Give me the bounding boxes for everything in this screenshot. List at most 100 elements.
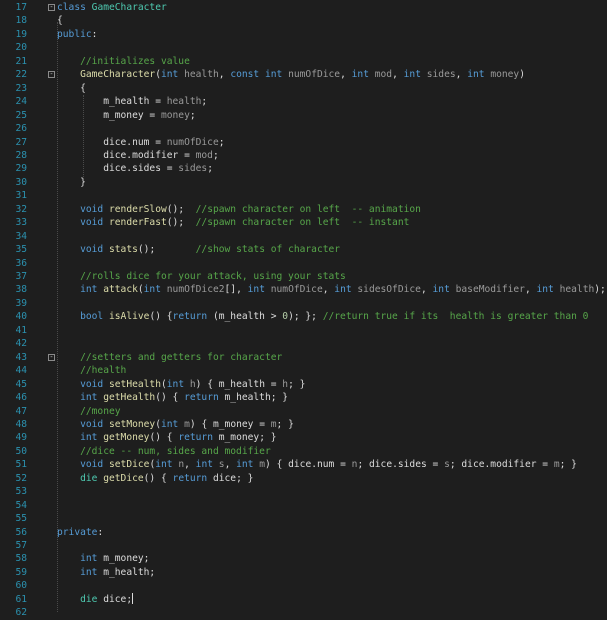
code-line[interactable]: 36 (0, 257, 607, 270)
code-line[interactable]: 27 dice.num = numOfDice; (0, 136, 607, 149)
code-token: //setters and getters for character (80, 351, 283, 363)
code-line[interactable]: 26 (0, 122, 607, 135)
code-line[interactable]: 43 - //setters and getters for character (0, 351, 607, 364)
code-token: int (351, 69, 369, 81)
line-number: 27 (15, 136, 27, 148)
code-line[interactable]: 18 { (0, 14, 607, 27)
code-line[interactable]: 22 - GameCharacter(int health, const int … (0, 68, 607, 81)
code-line[interactable]: 32 void renderSlow(); //spawn character … (0, 203, 607, 216)
code-token: setMoney (109, 418, 156, 430)
code-token: //money (80, 405, 121, 417)
line-number: 25 (15, 109, 27, 121)
code-line[interactable]: 61 die dice; (0, 593, 607, 606)
collapse-icon[interactable]: - (48, 71, 55, 79)
code-token: , (455, 69, 468, 81)
code-line[interactable]: 58 int m_money; (0, 552, 607, 565)
code-token: int (195, 459, 213, 471)
code-line[interactable]: 29 dice.sides = sides; (0, 162, 607, 175)
code-line[interactable]: 54 (0, 499, 607, 512)
line-number: 30 (15, 176, 27, 188)
code-line[interactable]: 40 bool isAlive() {return (m_health > 0)… (0, 310, 607, 323)
code-line[interactable]: 55 (0, 512, 607, 525)
code-line[interactable]: 25 m_money = money; (0, 109, 607, 122)
code-line[interactable]: 37 //rolls dice for your attack, using y… (0, 270, 607, 283)
line-number: 41 (15, 324, 27, 336)
code-token: ; dice.sides = (357, 459, 445, 471)
line-number: 34 (15, 230, 27, 242)
code-line[interactable]: 52 die getDice() { return dice; } (0, 472, 607, 485)
line-number: 55 (15, 513, 27, 525)
code-token: int (467, 69, 485, 81)
code-token: sidesOfDice (357, 284, 421, 296)
code-text: dice.modifier = mod; (57, 149, 219, 162)
code-token: ) { m_health = (195, 378, 283, 390)
collapse-icon[interactable]: - (48, 4, 55, 11)
code-token: , (218, 69, 231, 81)
code-line[interactable]: 28 dice.modifier = mod; (0, 149, 607, 162)
code-line[interactable]: 23 { (0, 82, 607, 95)
code-line[interactable]: 62 (0, 606, 607, 619)
code-line[interactable]: 51 void setDice(int n, int s, int m) { d… (0, 458, 607, 471)
code-line[interactable]: 34 (0, 230, 607, 243)
line-number: 23 (15, 82, 27, 94)
code-line[interactable]: 33 void renderFast(); //spawn character … (0, 216, 607, 229)
code-line[interactable]: 47 //money (0, 405, 607, 418)
code-line[interactable]: 49 int getMoney() { return m_money; } (0, 431, 607, 444)
code-editor[interactable]: 17- class GameCharacter 18{19 public: 20 21 /… (0, 0, 607, 618)
code-line[interactable]: 53 (0, 485, 607, 498)
code-text: GameCharacter(int health, const int numO… (57, 68, 525, 81)
code-token: int (80, 284, 98, 296)
code-text: dice.sides = sides; (57, 162, 213, 175)
code-token: int (143, 284, 161, 296)
collapse-icon[interactable]: - (48, 353, 55, 361)
code-line[interactable]: 44 //health (0, 364, 607, 377)
code-text: m_health = health; (57, 95, 207, 108)
line-number: 51 (15, 459, 27, 471)
code-token: ; (207, 163, 213, 175)
code-token: mod (374, 69, 393, 81)
code-line[interactable]: 20 (0, 41, 607, 54)
code-line[interactable]: 56 private: (0, 526, 607, 539)
code-line[interactable]: 45 void setHealth(int h) { m_health = h;… (0, 378, 607, 391)
code-token: money (490, 69, 520, 81)
code-line[interactable]: 17 - class GameCharacter (0, 1, 607, 14)
code-line[interactable]: 60 (0, 579, 607, 592)
code-token: int (80, 566, 98, 578)
code-line[interactable]: 46 int getHealth() { return m_health; } (0, 391, 607, 404)
code-line[interactable]: 19 public: (0, 28, 607, 41)
code-line[interactable]: 30 } (0, 176, 607, 189)
line-number: 44 (15, 365, 27, 377)
code-token: die (80, 472, 98, 484)
code-line[interactable]: 24 m_health = health; (0, 95, 607, 108)
code-line[interactable]: 21 //initializes value (0, 55, 607, 68)
code-token: baseModifier (455, 284, 525, 296)
code-line[interactable]: 38 int attack(int numOfDice2[], int numO… (0, 283, 607, 296)
code-line[interactable]: 42 (0, 337, 607, 350)
line-number: 38 (15, 284, 27, 296)
line-number: 22 (15, 69, 27, 81)
code-line[interactable]: 50 //dice -- num, sides and modifier (0, 445, 607, 458)
line-number: 21 (15, 55, 27, 67)
code-line[interactable]: 31 (0, 189, 607, 202)
code-line[interactable]: 57 (0, 539, 607, 552)
code-text: int m_money; (57, 552, 149, 565)
line-number: 59 (15, 566, 27, 578)
code-token: renderFast (109, 217, 167, 229)
code-line[interactable]: 35 void stats(); //show stats of charact… (0, 243, 607, 256)
code-line[interactable]: 39 (0, 297, 607, 310)
code-token: int (236, 459, 254, 471)
code-line[interactable]: 48 void setMoney(int m) { m_money = m; } (0, 418, 607, 431)
line-number: 52 (15, 472, 27, 484)
code-line[interactable]: 59 int m_health; (0, 566, 607, 579)
line-number: 24 (15, 96, 27, 108)
code-text: void setHealth(int h) { m_health = h; } (57, 378, 305, 391)
code-token: ); (594, 284, 606, 296)
code-line[interactable]: 41 (0, 324, 607, 337)
code-token: return (172, 311, 208, 323)
